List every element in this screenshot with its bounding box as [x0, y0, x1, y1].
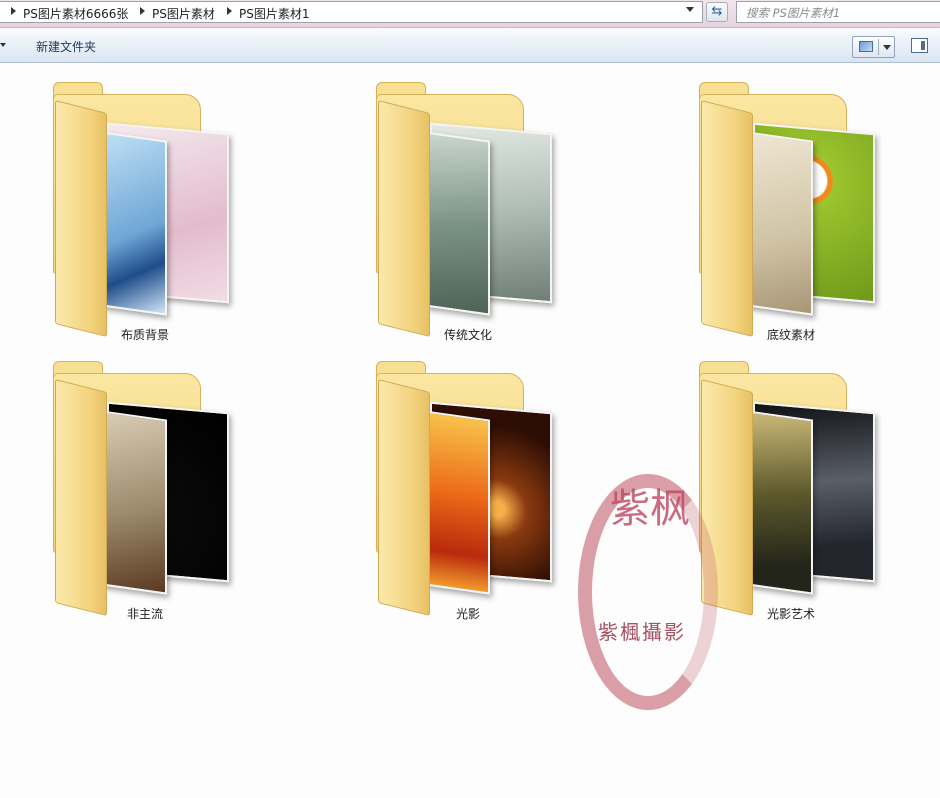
- breadcrumb-item[interactable]: PS图片素材: [152, 5, 215, 22]
- folder-label: 非主流: [126, 607, 163, 621]
- address-bar[interactable]: PS图片素材6666张 PS图片素材 PS图片素材1: [0, 1, 703, 23]
- preview-pane-icon[interactable]: [911, 38, 928, 53]
- address-dropdown-icon[interactable]: [686, 7, 694, 12]
- folder-icon: [15, 349, 275, 616]
- folder-item[interactable]: 传统文化: [338, 70, 598, 350]
- breadcrumb-item[interactable]: PS图片素材6666张: [23, 5, 128, 22]
- refresh-button[interactable]: ⇆: [706, 2, 728, 22]
- folder-icon: [661, 70, 921, 337]
- search-placeholder: 搜索 PS图片素材1: [746, 6, 841, 20]
- chevron-right-icon[interactable]: [140, 7, 145, 15]
- folder-icon: [15, 70, 275, 337]
- refresh-icon: ⇆: [711, 4, 723, 19]
- folder-label: 布质背景: [120, 328, 169, 342]
- chevron-right-icon[interactable]: [11, 7, 16, 15]
- folder-item[interactable]: 非主流: [15, 349, 275, 629]
- organize-dropdown-icon[interactable]: [0, 43, 6, 47]
- new-folder-button[interactable]: 新建文件夹: [36, 38, 96, 55]
- folder-icon: [338, 70, 598, 337]
- folder-label: 光影艺术: [766, 607, 815, 621]
- folder-label: 底纹素材: [766, 328, 815, 342]
- folder-item[interactable]: 光影: [338, 349, 598, 629]
- command-bar: 新建文件夹: [0, 28, 940, 63]
- folder-label: 传统文化: [443, 328, 492, 342]
- folder-label: 光影: [455, 607, 480, 621]
- folder-item[interactable]: 光影艺术: [661, 349, 921, 629]
- breadcrumb-item[interactable]: PS图片素材1: [239, 5, 310, 22]
- folder-item[interactable]: 底纹素材: [661, 70, 921, 350]
- search-input[interactable]: 搜索 PS图片素材1: [736, 1, 940, 23]
- chevron-right-icon[interactable]: [227, 7, 232, 15]
- view-thumbnail-icon: [859, 41, 873, 52]
- address-bar-row: PS图片素材6666张 PS图片素材 PS图片素材1 ⇆ 搜索 PS图片素材1: [0, 0, 940, 28]
- folder-icon: [661, 349, 921, 616]
- change-view-button[interactable]: [852, 36, 895, 58]
- folder-item[interactable]: 布质背景: [15, 70, 275, 350]
- folder-icon: [338, 349, 598, 616]
- view-dropdown-icon[interactable]: [883, 45, 891, 50]
